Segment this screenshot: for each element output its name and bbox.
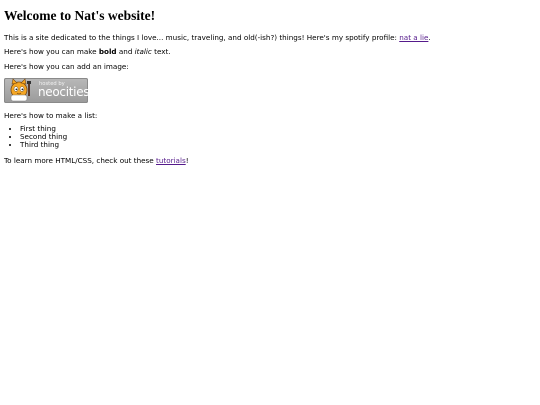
spotify-profile-link[interactable]: nat a lie [399, 33, 428, 42]
list-item: Third thing [20, 141, 67, 149]
format-prefix: Here's how you can make [4, 47, 99, 56]
intro-suffix: . [428, 33, 431, 42]
intro-text: This is a site dedicated to the things I… [4, 33, 400, 42]
intro-paragraph: This is a site dedicated to the things I… [4, 33, 431, 42]
image-paragraph: Here's how you can add an image: [4, 62, 129, 71]
neocities-wordmark: neocities [38, 85, 88, 99]
neocities-badge: hosted by neocities [4, 78, 88, 103]
outro-paragraph: To learn more HTML/CSS, check out these … [4, 156, 189, 165]
format-suffix: text. [151, 47, 171, 56]
example-list: First thing Second thing Third thing [4, 125, 67, 149]
italic-text: italic [134, 47, 152, 56]
page-title: Welcome to Nat's website! [4, 8, 156, 23]
outro-suffix: ! [185, 156, 189, 165]
neocities-cat-logo [10, 78, 31, 102]
format-paragraph: Here's how you can make bold and italic … [4, 47, 171, 56]
format-middle: and [116, 47, 135, 56]
tutorials-link[interactable]: tutorials [156, 156, 186, 165]
outro-prefix: To learn more HTML/CSS, check out these [4, 156, 157, 165]
list-intro: Here's how to make a list: [4, 111, 98, 120]
bold-text: bold [98, 47, 117, 56]
